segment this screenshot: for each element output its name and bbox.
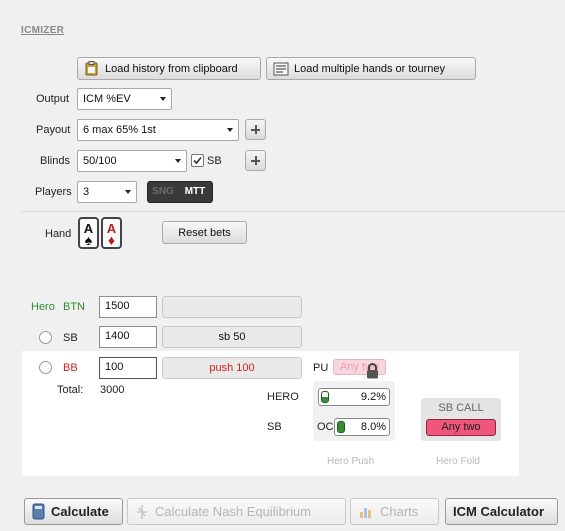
bb-radio[interactable]	[39, 361, 52, 374]
diamond-icon: ♦	[107, 232, 116, 248]
mode-toggle[interactable]: SNG MTT	[147, 181, 213, 203]
blinds-label: Blinds	[40, 155, 70, 167]
output-value: ICM %EV	[83, 93, 131, 105]
players-label: Players	[35, 186, 72, 198]
oc-equity-bar	[337, 421, 345, 433]
sb-result-label: SB	[267, 421, 282, 433]
add-payout-button[interactable]	[245, 119, 266, 140]
bar-chart-icon	[360, 507, 371, 518]
app-title: ICMIZER	[21, 25, 65, 36]
chevron-down-icon	[125, 190, 131, 194]
oc-equity: 8.0%	[334, 418, 390, 436]
sb-checkbox[interactable]	[191, 154, 204, 167]
hand-label: Hand	[45, 228, 72, 240]
sb-call-label: SB CALL	[438, 402, 484, 414]
player-position: BB	[63, 362, 78, 374]
players-value: 3	[83, 186, 90, 198]
blinds-select[interactable]: 50/100	[77, 150, 187, 172]
add-blinds-button[interactable]	[245, 150, 266, 171]
hero-prefix: Hero	[31, 301, 55, 313]
output-select[interactable]: ICM %EV	[77, 88, 172, 110]
action-field[interactable]	[162, 296, 302, 318]
sb-call-range-label: Any two	[441, 421, 481, 433]
hand-card-2[interactable]: A ♦	[101, 217, 122, 249]
calculate-label: Calculate	[51, 504, 109, 519]
hero-fold-caption: Hero Fold	[436, 456, 480, 467]
player-position: BTN	[63, 301, 85, 313]
stack-input[interactable]: 1500	[99, 296, 157, 318]
mode-mtt[interactable]: MTT	[178, 182, 212, 202]
hand-card-1[interactable]: A ♠	[78, 217, 99, 249]
player-position: SB	[63, 332, 78, 344]
total-value: 3000	[100, 384, 125, 396]
chevron-down-icon	[227, 128, 233, 132]
divider	[22, 211, 565, 212]
hero-equity-bar	[321, 391, 329, 403]
payout-value: 6 max 65% 1st	[83, 124, 156, 136]
reset-bets-button[interactable]: Reset bets	[162, 221, 247, 244]
pu-label: PU	[313, 362, 329, 374]
hero-pct: 9.2%	[360, 391, 386, 403]
load-multiple-button[interactable]: Load multiple hands or tourney	[266, 57, 476, 80]
sb-checkbox-label: SB	[207, 155, 222, 167]
icm-calculator-button[interactable]: ICM Calculator	[445, 498, 558, 525]
sb-call-range[interactable]: Any two	[426, 419, 496, 436]
hero-label: HERO	[267, 391, 299, 403]
payout-select[interactable]: 6 max 65% 1st	[77, 119, 239, 141]
oc-pct: 8.0%	[360, 421, 386, 433]
players-select[interactable]: 3	[77, 181, 137, 203]
chevron-down-icon	[175, 159, 181, 163]
check-icon	[193, 156, 202, 165]
calculator-icon	[32, 503, 45, 520]
nash-icon	[137, 504, 147, 519]
total-label: Total:	[57, 384, 84, 396]
action-field[interactable]: push 100	[162, 357, 302, 379]
reset-bets-label: Reset bets	[178, 226, 231, 239]
sb-radio[interactable]	[39, 331, 52, 344]
charts-button[interactable]: Charts	[350, 498, 439, 525]
calculate-button[interactable]: Calculate	[24, 498, 123, 525]
spade-icon: ♠	[84, 232, 93, 248]
output-label: Output	[36, 93, 70, 105]
stack-input[interactable]: 100	[99, 357, 157, 379]
blinds-value: 50/100	[83, 155, 117, 167]
nash-button[interactable]: Calculate Nash Equilibrium	[127, 498, 346, 525]
stack-input[interactable]: 1400	[99, 326, 157, 348]
charts-label: Charts	[380, 504, 419, 519]
oc-label: OC	[317, 421, 334, 433]
hero-equity: 9.2%	[318, 388, 390, 406]
hero-push-caption: Hero Push	[327, 456, 375, 467]
payout-label: Payout	[36, 124, 71, 136]
clipboard-icon	[85, 61, 98, 76]
action-field[interactable]: sb 50	[162, 326, 302, 348]
load-clipboard-label: Load history from clipboard	[105, 62, 238, 75]
lock-icon	[367, 363, 378, 379]
load-clipboard-button[interactable]: Load history from clipboard	[77, 57, 261, 80]
icm-calculator-label: ICM Calculator	[453, 504, 545, 519]
hand-history-icon	[273, 62, 289, 75]
load-multiple-label: Load multiple hands or tourney	[294, 62, 446, 75]
nash-label: Calculate Nash Equilibrium	[155, 504, 312, 519]
mode-sng[interactable]: SNG	[148, 182, 178, 202]
chevron-down-icon	[160, 97, 166, 101]
